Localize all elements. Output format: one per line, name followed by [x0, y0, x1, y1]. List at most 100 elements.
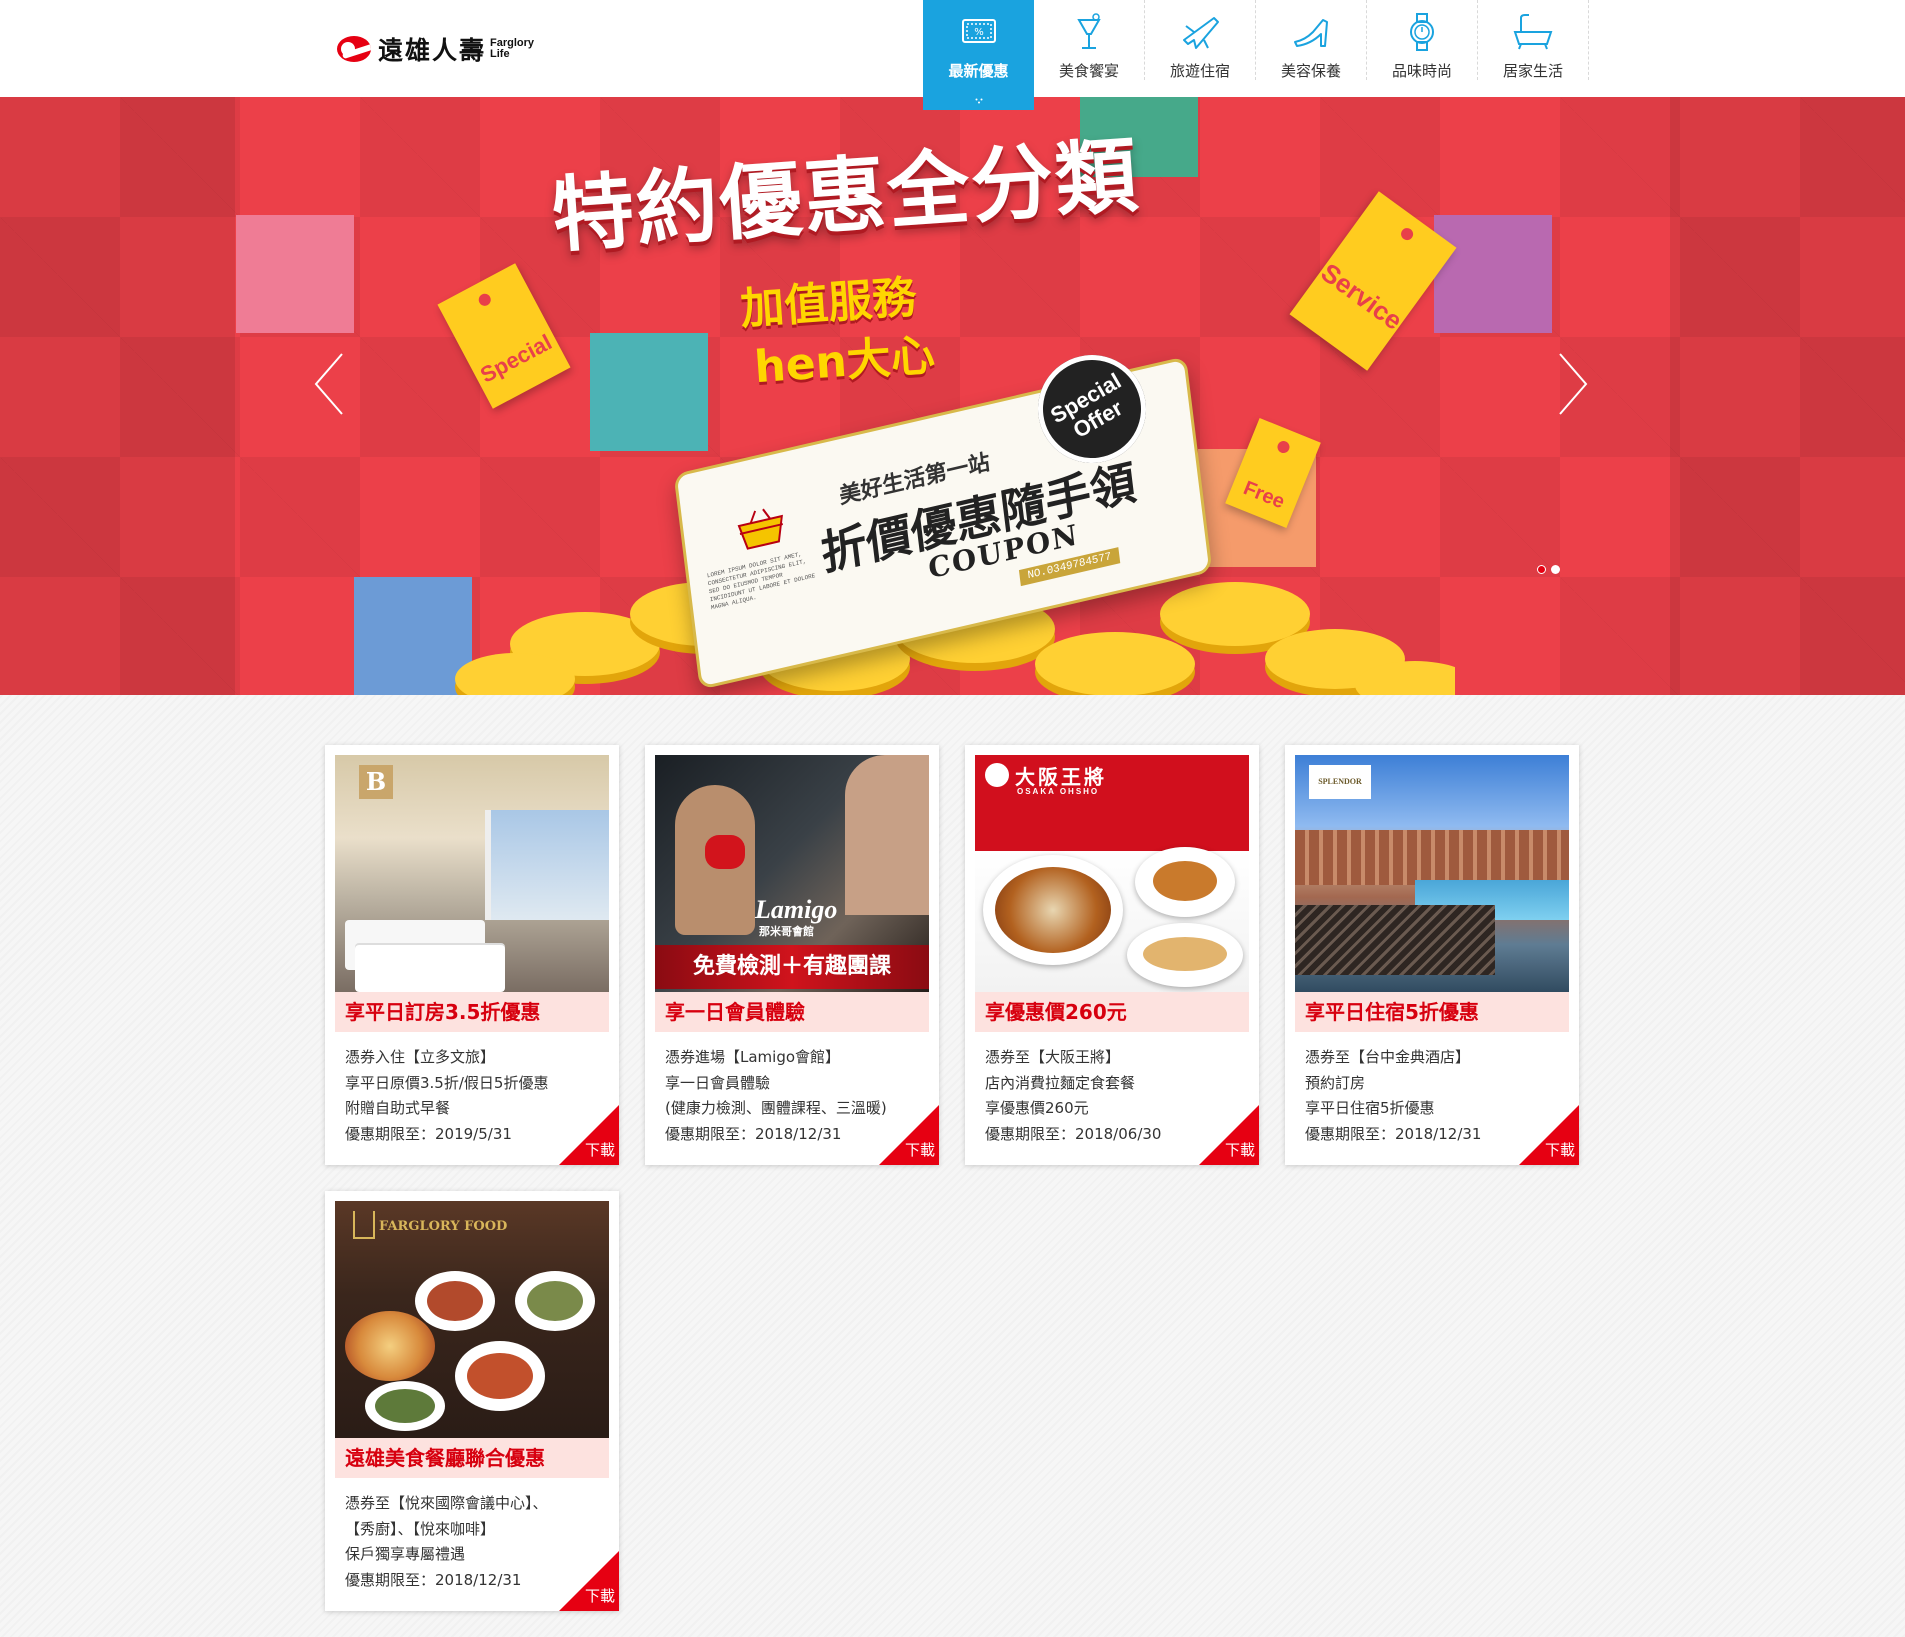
card-headline: 享平日住宿5折優惠	[1295, 992, 1569, 1032]
download-button[interactable]: 下載	[1545, 1139, 1575, 1160]
download-button[interactable]: 下載	[1225, 1139, 1255, 1160]
splendor-hotel-logo: SPLENDOR	[1309, 765, 1371, 799]
dish-food	[467, 1353, 533, 1399]
fried-chicken	[1153, 861, 1217, 901]
ramen-bowl	[983, 855, 1123, 965]
slide-dot-2[interactable]	[1551, 565, 1560, 574]
nav-label: 最新優惠	[948, 62, 1009, 80]
nav-label: 居家生活	[1502, 62, 1563, 80]
nav-home-living[interactable]: 居家生活	[1478, 0, 1589, 80]
dish-plate	[365, 1381, 445, 1431]
farglory-life-logo[interactable]: 遠雄人壽 Farglory Life	[337, 33, 534, 65]
slide-dot-1[interactable]	[1537, 565, 1546, 574]
pizza	[345, 1311, 435, 1381]
coupon-fine-print: LOREM IPSUM DOLOR SIT AMET, CONSECTETUR …	[706, 550, 816, 612]
buffet-food-image: FARGLORY FOOD	[335, 1201, 609, 1438]
card-detail-line: 店內消費拉麵定食套餐	[985, 1073, 1136, 1092]
banner-right-shade	[1670, 97, 1905, 695]
osaka-ohsho-logo-en: OSAKA OHSHO	[1017, 787, 1100, 796]
card-detail-line: 憑券進場【Lamigo會館】	[665, 1048, 841, 1066]
card-detail-line: 憑券至【台中金典酒店】	[1305, 1048, 1471, 1066]
next-slide-arrow-icon[interactable]	[1556, 352, 1590, 416]
osaka-ohsho-logo: 大阪王將	[1015, 765, 1107, 789]
hotel-logo-icon: B	[359, 765, 393, 799]
card-detail-line: 【秀廚】、【悅來咖啡】	[345, 1519, 496, 1538]
lamigo-logo: Lamigo	[755, 895, 838, 924]
offer-card[interactable]: B 享平日訂房3.5折優惠 憑券入住【立多文旅】 享平日原價3.5折/假日5折優…	[325, 745, 619, 1165]
boxing-gym-image: Lamigo 那米哥會館 免費檢測＋有趣團課	[655, 755, 929, 992]
hero-banner[interactable]: Special Service Free LOREM IPSUM DOLOR S…	[0, 97, 1905, 695]
farglory-logo-mark-icon	[337, 36, 371, 62]
prev-slide-arrow-icon[interactable]	[312, 352, 346, 416]
gyoza	[1143, 937, 1227, 971]
nav-label: 旅遊住宿	[1169, 62, 1230, 80]
card-headline: 享優惠價260元	[975, 992, 1249, 1032]
card-headline: 遠雄美食餐廳聯合優惠	[335, 1438, 609, 1478]
logo-english-name: Farglory Life	[490, 37, 535, 60]
banner-subtitle-2: hen大心	[752, 329, 937, 394]
svg-text:%: %	[974, 27, 984, 38]
gyoza-plate	[1127, 923, 1243, 987]
dish-food	[375, 1389, 435, 1423]
banner-left-shade	[0, 97, 235, 695]
bathtub-icon	[1513, 14, 1553, 50]
dish-food	[527, 1281, 583, 1321]
farglory-food-logo: FARGLORY FOOD	[379, 1219, 508, 1234]
cocktail-icon	[1077, 13, 1101, 49]
card-headline: 享一日會員體驗	[655, 992, 929, 1032]
nav-label: 美食饗宴	[1058, 62, 1119, 80]
image-caption: 免費檢測＋有趣團課	[655, 945, 929, 989]
nav-label: 品味時尚	[1391, 62, 1452, 80]
card-detail-line: 預約訂房	[1305, 1073, 1366, 1092]
boxing-glove-icon	[705, 835, 745, 869]
banner-tile	[590, 333, 708, 451]
download-button[interactable]: 下載	[905, 1139, 935, 1160]
nav-latest-offers[interactable]: % 最新優惠	[923, 0, 1034, 110]
nav-travel[interactable]: 旅遊住宿	[1145, 0, 1256, 80]
slider-pagination	[1537, 565, 1560, 574]
airplane-icon	[1183, 17, 1219, 49]
sun-loungers	[1295, 905, 1495, 975]
high-heel-icon	[1294, 19, 1328, 47]
dish-food	[427, 1281, 483, 1321]
dish-plate	[455, 1341, 545, 1411]
offer-card[interactable]: FARGLORY FOOD 遠雄美食餐廳聯合優惠 憑券至【悅來國際會議中心】、 …	[325, 1191, 619, 1611]
card-detail-line: 享平日原價3.5折/假日5折優惠	[345, 1073, 549, 1092]
nav-label: 美容保養	[1280, 62, 1341, 80]
banner-tile	[1434, 215, 1552, 333]
card-headline: 享平日訂房3.5折優惠	[335, 992, 609, 1032]
farglory-food-emblem-icon	[353, 1211, 375, 1239]
offer-card[interactable]: 大阪王將 OSAKA OHSHO 享優惠價260元 憑券至【大阪王將】 店內消費…	[965, 745, 1259, 1165]
active-indicator-icon	[975, 98, 982, 104]
offer-card[interactable]: Lamigo 那米哥會館 免費檢測＋有趣團課 享一日會員體驗 憑券進場【Lami…	[645, 745, 939, 1165]
hotel-room-image: B	[335, 755, 609, 992]
trainer	[845, 755, 929, 915]
nav-food[interactable]: 美食饗宴	[1034, 0, 1145, 80]
coupon-icon: %	[961, 19, 996, 43]
watch-icon	[1410, 13, 1434, 51]
ramen-set-image: 大阪王將 OSAKA OHSHO	[975, 755, 1249, 992]
bed	[355, 945, 505, 992]
card-detail-line: 憑券至【大阪王將】	[985, 1048, 1121, 1066]
banner-tile	[236, 215, 354, 333]
dish-plate	[415, 1271, 495, 1331]
nav-beauty[interactable]: 美容保養	[1256, 0, 1367, 80]
lamigo-sub-logo: 那米哥會館	[759, 925, 814, 938]
window	[485, 810, 609, 920]
card-detail-line: 憑券入住【立多文旅】	[345, 1048, 496, 1066]
osaka-ohsho-emblem-icon	[985, 763, 1009, 787]
offer-card[interactable]: SPLENDOR 享平日住宿5折優惠 憑券至【台中金典酒店】 預約訂房 享平日住…	[1285, 745, 1579, 1165]
shopping-basket-icon	[737, 508, 783, 550]
hotel-pool-image: SPLENDOR	[1295, 755, 1569, 992]
fried-chicken-plate	[1135, 847, 1235, 917]
download-button[interactable]: 下載	[585, 1139, 615, 1160]
nav-fashion[interactable]: 品味時尚	[1367, 0, 1478, 80]
download-button[interactable]: 下載	[585, 1585, 615, 1606]
site-header: 遠雄人壽 Farglory Life % 最新優惠 美食饗宴 旅遊住宿 美容保養…	[0, 0, 1905, 110]
card-detail-line: 憑券至【悅來國際會議中心】、	[345, 1494, 548, 1512]
ramen-soup	[995, 867, 1111, 953]
hotel-building	[1295, 830, 1569, 885]
dish-plate	[515, 1271, 595, 1331]
category-nav: % 最新優惠 美食饗宴 旅遊住宿 美容保養 品味時尚 居家生活	[923, 0, 1589, 110]
card-detail-line: 享一日會員體驗	[665, 1073, 771, 1092]
